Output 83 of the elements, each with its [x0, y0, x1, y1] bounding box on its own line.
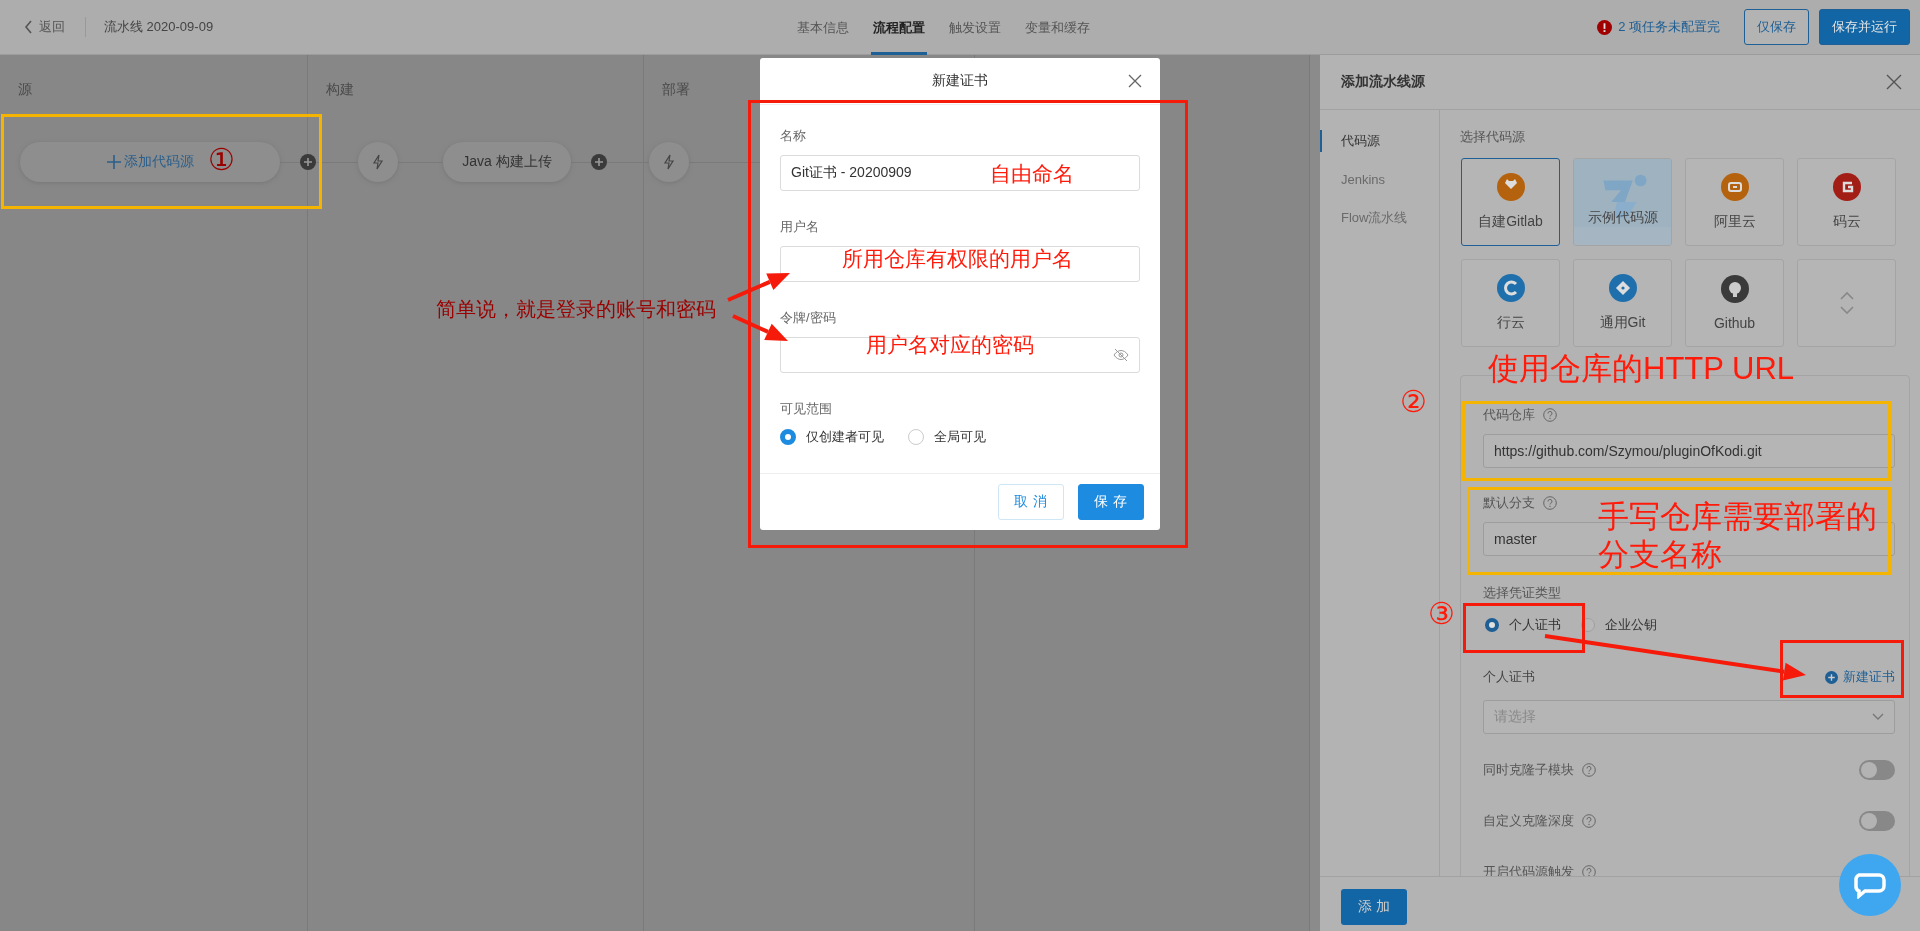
section-label: 选择代码源 — [1460, 128, 1526, 146]
stage-title: 构建 — [326, 81, 355, 99]
toggle-switch[interactable] — [1859, 759, 1895, 780]
radio-option[interactable]: 个人证书 — [1485, 616, 1561, 634]
tile-label: 通用Git — [1599, 314, 1646, 332]
source-tile[interactable]: 码云 — [1797, 158, 1896, 246]
field-label: 代码仓库 — [1483, 406, 1535, 424]
step-number: ② — [1400, 385, 1427, 418]
annotation-note: 所用仓库有权限的用户名 — [842, 247, 1073, 271]
lightning-icon — [372, 154, 384, 170]
save-button[interactable]: 仅保存 — [1744, 9, 1809, 45]
toggle-switch[interactable] — [1859, 810, 1895, 831]
close-icon — [1128, 74, 1142, 88]
back-icon — [24, 20, 33, 34]
tile-label: 示例代码源 — [1587, 209, 1658, 227]
warning-text: 2 项任务未配置完 — [1618, 18, 1720, 36]
source-tile[interactable]: 自建Gitlab — [1461, 158, 1560, 246]
annotation-note: 简单说，就是登录的账号和密码 — [436, 298, 716, 320]
back-link[interactable]: 返回 — [24, 17, 86, 37]
lightning-icon — [663, 154, 675, 170]
help-icon — [1543, 408, 1557, 422]
new-certificate-link[interactable]: 新建证书 — [1825, 668, 1895, 686]
field-label: 选择凭证类型 — [1483, 584, 1561, 602]
tile-label: 自建Gitlab — [1478, 213, 1543, 231]
help-icon — [1582, 864, 1596, 876]
radio-option[interactable]: 全局可见 — [908, 428, 986, 446]
radio-option[interactable]: 仅创建者可见 — [780, 428, 884, 446]
panel-title: 添加流水线源 — [1341, 73, 1425, 91]
dialog-title: 新建证书 — [932, 72, 988, 90]
nav-item[interactable]: Flow流水线 — [1320, 207, 1439, 229]
source-tile[interactable]: Github — [1685, 259, 1784, 347]
add-icon — [591, 154, 607, 170]
chat-icon — [1853, 871, 1887, 899]
annotation-note: 使用仓库的HTTP URL — [1488, 352, 1794, 387]
trigger-button[interactable] — [649, 142, 689, 182]
tab[interactable]: 触发设置 — [947, 0, 1003, 55]
help-icon — [1582, 813, 1596, 828]
field-label: 令牌/密码 — [780, 309, 837, 327]
field-label: 可见范围 — [780, 400, 833, 418]
tile-label: Github — [1713, 315, 1756, 331]
source-tile[interactable]: 示例代码源 — [1573, 158, 1672, 246]
help-icon — [1543, 496, 1557, 510]
add-icon — [300, 154, 316, 170]
annotation-note: 自由命名 — [990, 162, 1074, 186]
field-label: 用户名 — [780, 218, 820, 236]
source-tile[interactable] — [1797, 259, 1896, 347]
input-field[interactable] — [780, 246, 1140, 282]
plus-icon — [106, 155, 121, 169]
trigger-button[interactable] — [358, 142, 398, 182]
caret-icon — [1872, 713, 1884, 721]
stage-title: 部署 — [662, 81, 691, 99]
field-label: 个人证书 — [1483, 668, 1535, 686]
stage-title: 源 — [18, 81, 33, 99]
tile-label: 行云 — [1496, 314, 1525, 332]
plus-icon — [1825, 670, 1838, 684]
source-tile[interactable]: 阿里云 — [1685, 158, 1784, 246]
annotation-note: 用户名对应的密码 — [866, 333, 1034, 357]
source-tile[interactable]: 行云 — [1461, 259, 1560, 347]
tile-label: 码云 — [1832, 213, 1861, 231]
warning-icon — [1597, 19, 1613, 35]
close-icon — [1886, 74, 1902, 90]
cancel-button[interactable]: 取 消 — [998, 484, 1064, 520]
pipeline-name: 流水线 2020-09-09 — [104, 18, 214, 36]
tab[interactable]: 变量和缓存 — [1023, 0, 1092, 55]
field-label: 名称 — [780, 127, 807, 145]
eye-hidden-icon — [1113, 348, 1129, 362]
option-label: 同时克隆子模块 — [1483, 760, 1574, 779]
field-label: 默认分支 — [1483, 494, 1535, 512]
nav-item[interactable]: 代码源 — [1320, 130, 1439, 152]
add-button[interactable]: 添 加 — [1341, 888, 1407, 925]
step-number: ① — [208, 143, 235, 176]
save-and-run-button[interactable]: 保存并运行 — [1819, 9, 1910, 45]
source-tile[interactable]: 通用Git — [1573, 259, 1672, 347]
input-field[interactable]: https://github.com/Szymou/pluginOfKodi.git — [1483, 434, 1895, 468]
job-node[interactable]: Java 构建上传 — [443, 142, 571, 182]
option-label: 自定义克隆深度 — [1483, 811, 1574, 830]
nav-item[interactable]: Jenkins — [1320, 170, 1439, 189]
save-button[interactable]: 保 存 — [1078, 484, 1144, 520]
step-number: ③ — [1428, 597, 1455, 630]
tab[interactable]: 基本信息 — [795, 0, 851, 55]
help-icon — [1582, 762, 1596, 777]
tile-label: 阿里云 — [1713, 213, 1756, 231]
radio-option[interactable]: 企业公钥 — [1581, 616, 1657, 634]
